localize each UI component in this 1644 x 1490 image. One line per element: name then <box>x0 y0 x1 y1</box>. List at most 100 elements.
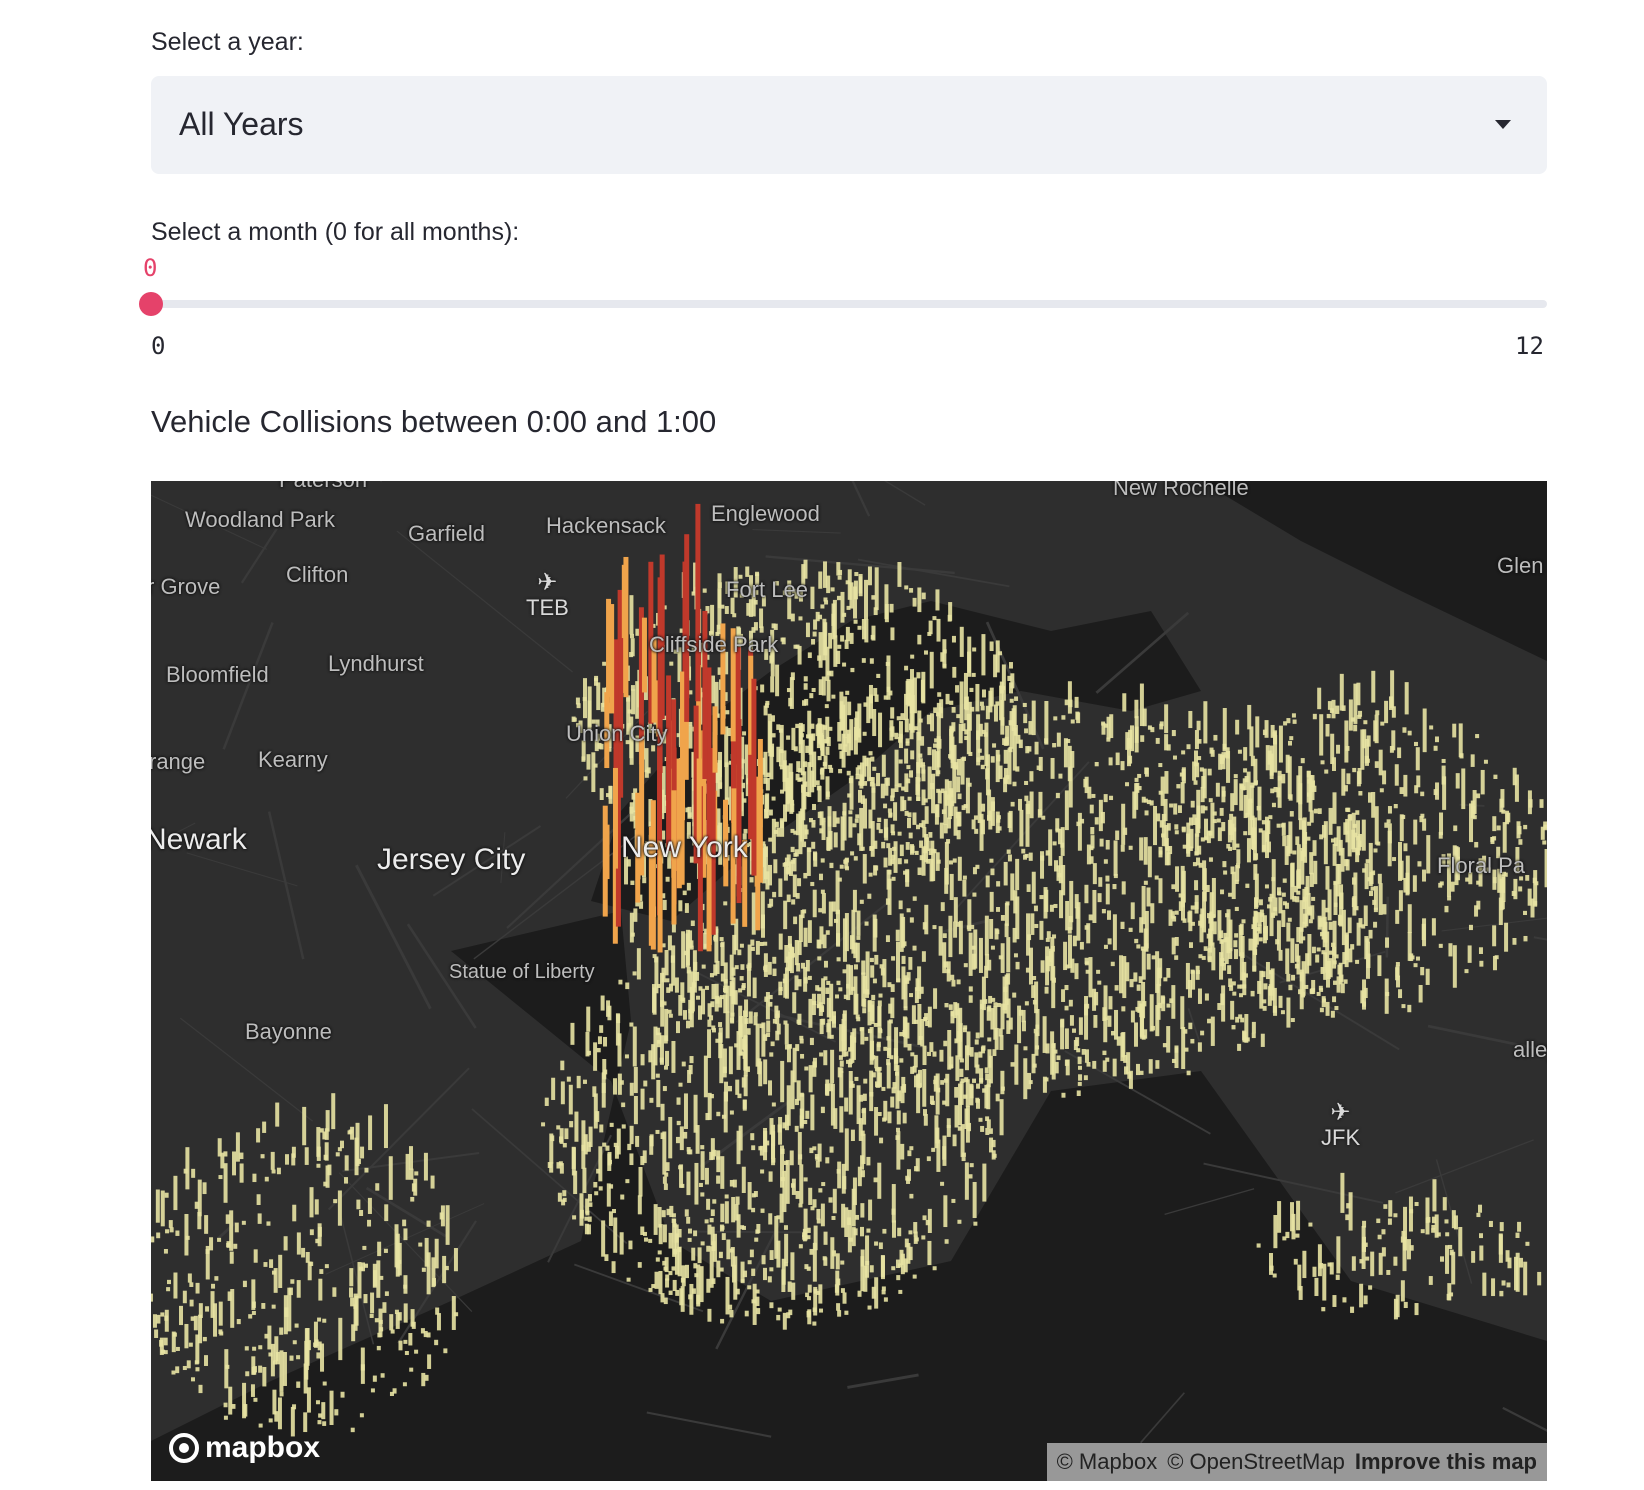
collision-column <box>747 944 752 968</box>
collision-column <box>934 804 939 825</box>
collision-column <box>679 1288 684 1306</box>
collision-column <box>1366 735 1371 747</box>
collision-column <box>886 686 891 700</box>
collision-column <box>273 1268 278 1293</box>
collision-column <box>776 746 781 763</box>
collision-column <box>1348 814 1353 821</box>
collision-column <box>991 1139 996 1148</box>
year-select[interactable]: All Years <box>151 76 1547 174</box>
improve-map-link[interactable]: Improve this map <box>1355 1449 1537 1475</box>
collision-column <box>968 995 973 1003</box>
collision-column <box>837 1161 842 1189</box>
collision-column <box>917 634 922 645</box>
collision-column <box>1273 907 1278 912</box>
collision-column <box>1101 722 1106 735</box>
collision-column <box>660 1293 665 1303</box>
collision-column <box>829 862 834 869</box>
collision-column <box>887 982 892 988</box>
collision-column <box>668 1271 673 1276</box>
collision-column <box>279 1327 284 1335</box>
collision-column <box>658 1270 663 1295</box>
collision-column <box>1476 1212 1481 1218</box>
collision-column <box>1259 970 1264 1009</box>
collision-column <box>296 1280 301 1298</box>
collision-column <box>1240 984 1245 989</box>
collision-column <box>920 679 925 702</box>
attribution-mapbox-link[interactable]: © Mapbox <box>1057 1449 1158 1475</box>
collision-column <box>1314 1277 1319 1297</box>
chevron-down-icon[interactable] <box>1495 120 1511 129</box>
collision-column <box>151 1236 155 1243</box>
collision-column <box>689 940 694 948</box>
collision-column <box>1369 872 1374 885</box>
collision-column <box>409 1168 414 1180</box>
collision-column <box>279 1350 284 1392</box>
collision-column <box>156 1232 161 1239</box>
collision-column <box>777 1124 782 1133</box>
collision-column <box>218 1175 223 1180</box>
collision-column <box>625 982 630 990</box>
collision-column <box>775 664 780 697</box>
collision-column <box>1234 906 1239 912</box>
map-canvas[interactable] <box>151 481 1547 1481</box>
collision-column <box>228 1386 233 1415</box>
mapbox-logo[interactable]: mapbox <box>169 1431 320 1465</box>
collision-column <box>790 1070 795 1110</box>
collision-column <box>1211 947 1216 971</box>
collision-column <box>431 1278 436 1286</box>
collision-column <box>1378 883 1383 915</box>
collision-column <box>823 1050 828 1066</box>
month-slider-track[interactable] <box>151 300 1547 308</box>
collision-column <box>1352 823 1357 828</box>
collision-column <box>1499 1290 1504 1297</box>
collision-column <box>1332 1295 1337 1307</box>
collision-column <box>904 859 909 864</box>
collision-column <box>251 1279 256 1310</box>
collision-column <box>1311 946 1316 954</box>
collision-column <box>874 1277 879 1309</box>
collision-column <box>731 1196 736 1223</box>
month-slider-thumb[interactable] <box>139 292 163 316</box>
place-label-new-rochelle: New Rochelle <box>1113 481 1249 500</box>
collision-column <box>1121 881 1126 895</box>
collision-column <box>1323 921 1328 943</box>
collision-column <box>676 1120 681 1126</box>
collision-column <box>1221 786 1226 803</box>
collision-column <box>751 1268 756 1276</box>
collision-column <box>1017 1005 1022 1044</box>
collision-column <box>758 1146 763 1151</box>
collision-column <box>876 1043 881 1052</box>
collision-column <box>621 1124 626 1129</box>
collision-column <box>1352 896 1357 916</box>
collision-column <box>1385 937 1390 948</box>
collision-column <box>878 1242 883 1250</box>
collision-column-hot <box>612 767 618 869</box>
collision-column <box>844 639 849 649</box>
collision-column <box>668 1232 673 1249</box>
collision-column <box>895 1065 900 1109</box>
collision-column <box>680 1183 685 1188</box>
collision-column <box>844 1128 849 1171</box>
collision-column <box>167 1279 172 1285</box>
collision-column <box>1296 955 1301 975</box>
place-label-jersey-city: Jersey City <box>377 843 526 876</box>
collision-column <box>928 832 933 838</box>
collision-column <box>769 1250 774 1260</box>
collision-map[interactable]: Paterson Woodland Park Garfield Hackensa… <box>151 481 1547 1481</box>
collision-column <box>802 909 807 914</box>
attribution-osm-link[interactable]: © OpenStreetMap <box>1167 1449 1345 1475</box>
collision-column <box>1158 763 1163 768</box>
collision-column <box>1041 815 1046 820</box>
collision-column <box>954 1105 959 1128</box>
collision-column <box>891 1087 896 1094</box>
collision-column <box>926 1156 931 1162</box>
collision-column <box>1107 910 1112 920</box>
collision-column <box>635 681 640 719</box>
collision-column <box>1319 714 1324 756</box>
collision-column <box>740 1225 745 1230</box>
collision-column <box>963 963 968 968</box>
collision-column <box>1338 962 1343 985</box>
collision-column <box>1351 1256 1356 1271</box>
collision-column <box>894 1071 899 1076</box>
collision-column <box>969 1163 974 1168</box>
